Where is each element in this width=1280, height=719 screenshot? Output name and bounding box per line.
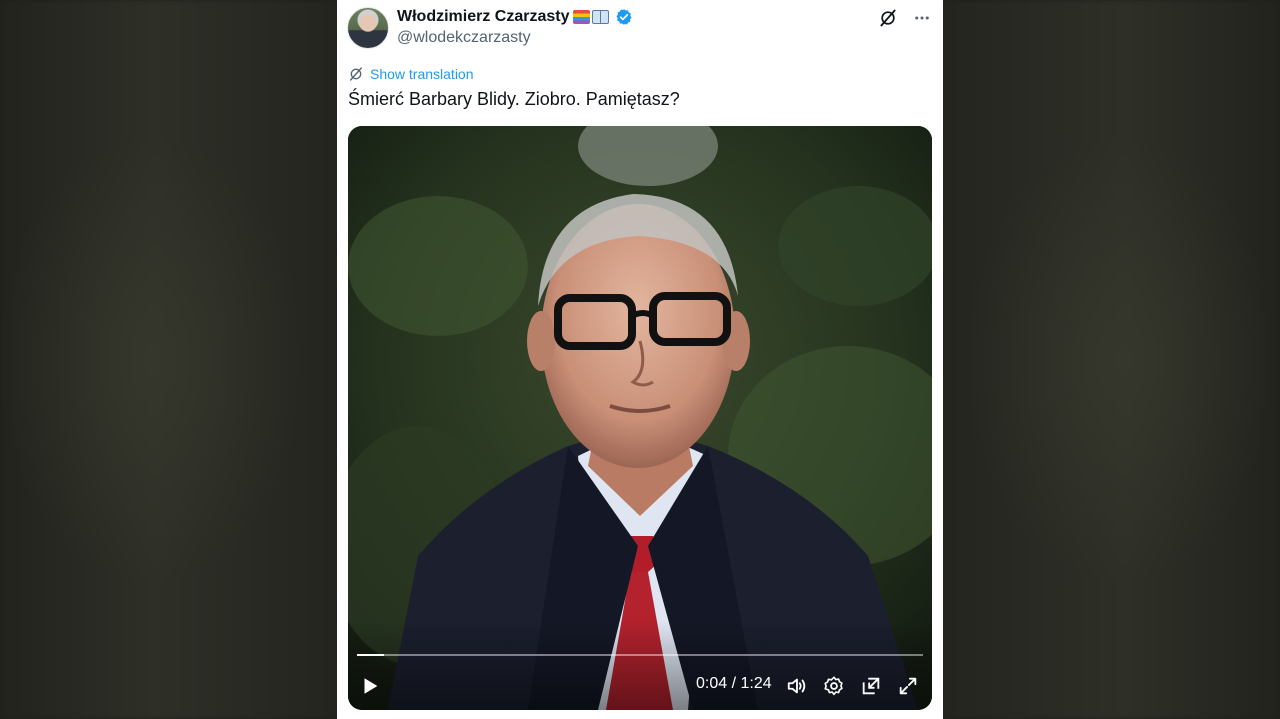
play-button[interactable] bbox=[358, 674, 382, 698]
tweet-text: Śmierć Barbary Blidy. Ziobro. Pamiętasz? bbox=[348, 89, 680, 109]
tweet-card: Włodzimierz Czarzasty @wlodekczarzasty S… bbox=[337, 0, 943, 719]
open-book-emoji-icon bbox=[592, 10, 610, 24]
volume-icon bbox=[787, 678, 806, 694]
pip-button[interactable] bbox=[859, 674, 883, 698]
duration: 1:24 bbox=[740, 675, 772, 692]
fullscreen-icon bbox=[899, 677, 917, 695]
name-emoji bbox=[573, 10, 610, 24]
video-player[interactable]: 0:04 / 1:24 bbox=[348, 126, 932, 710]
author-handle[interactable]: @wlodekczarzasty bbox=[397, 29, 531, 47]
fullscreen-button[interactable] bbox=[896, 674, 920, 698]
settings-icon bbox=[824, 676, 843, 696]
play-icon bbox=[364, 678, 378, 694]
verified-badge-icon bbox=[616, 9, 632, 25]
show-translation-label[interactable]: Show translation bbox=[370, 66, 474, 82]
translate-icon bbox=[350, 67, 362, 81]
pip-icon bbox=[862, 677, 880, 695]
settings-button[interactable] bbox=[822, 674, 846, 698]
books-emoji-icon bbox=[573, 10, 591, 24]
author-name-row[interactable]: Włodzimierz Czarzasty bbox=[397, 8, 633, 26]
progress-bar[interactable] bbox=[357, 654, 923, 656]
grok-icon[interactable] bbox=[877, 7, 899, 29]
volume-button[interactable] bbox=[785, 674, 809, 698]
video-time: 0:04 / 1:24 bbox=[696, 675, 772, 693]
time-separator: / bbox=[731, 675, 737, 692]
more-icon[interactable] bbox=[911, 7, 933, 29]
current-time: 0:04 bbox=[696, 675, 728, 692]
show-translation-link[interactable]: Show translation bbox=[348, 66, 474, 82]
tweet-actions-top bbox=[877, 7, 933, 29]
avatar[interactable] bbox=[347, 7, 389, 49]
progress-fill bbox=[357, 654, 385, 656]
author-name[interactable]: Włodzimierz Czarzasty bbox=[397, 8, 569, 26]
